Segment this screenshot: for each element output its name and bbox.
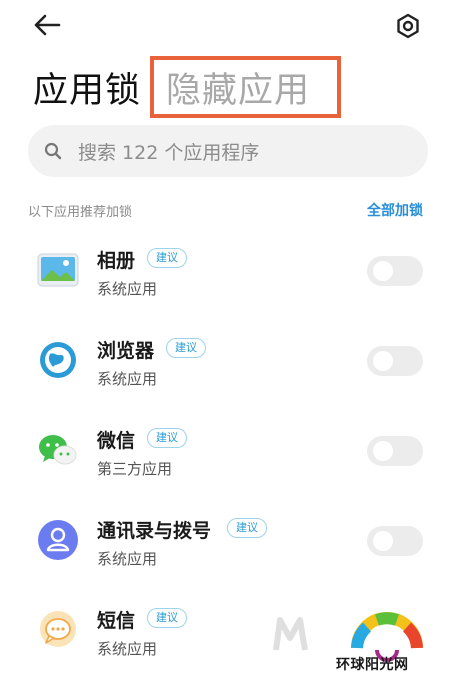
messages-icon [36, 608, 80, 652]
lock-toggle[interactable] [367, 346, 423, 376]
app-category: 系统应用 [97, 640, 158, 658]
tab-hidden-apps[interactable]: 隐藏应用 [150, 56, 341, 118]
watermark-text: 环球阳光网 [336, 657, 409, 673]
toggle-knob [373, 441, 393, 461]
lock-all-button[interactable]: 全部加锁 [367, 200, 423, 220]
toggle-knob [373, 351, 393, 371]
list-item[interactable]: 微信 建议 第三方应用 [0, 412, 457, 492]
recommend-badge: 建议 [147, 428, 187, 448]
recommend-badge: 建议 [166, 338, 206, 358]
list-item[interactable]: 相册 建议 系统应用 [0, 232, 457, 312]
lock-toggle[interactable] [367, 526, 423, 556]
lock-toggle[interactable] [367, 256, 423, 286]
app-category: 第三方应用 [97, 460, 173, 478]
search-placeholder: 搜索 122 个应用程序 [78, 141, 260, 164]
wechat-icon [36, 428, 80, 472]
watermark-m-logo [273, 617, 308, 651]
tab-app-lock[interactable]: 应用锁 [33, 62, 141, 113]
list-item[interactable]: 浏览器 建议 系统应用 [0, 322, 457, 402]
app-category: 系统应用 [97, 370, 158, 388]
browser-icon [36, 338, 80, 382]
recommend-badge: 建议 [147, 608, 187, 628]
app-category: 系统应用 [97, 550, 158, 568]
app-category: 系统应用 [97, 280, 158, 298]
app-name: 微信 [97, 430, 136, 452]
gear-icon [397, 13, 419, 39]
app-name: 浏览器 [97, 340, 155, 362]
section-title: 以下应用推荐加锁 [28, 205, 133, 220]
app-name: 短信 [97, 610, 136, 632]
toggle-knob [373, 261, 393, 281]
top-bar [0, 0, 457, 52]
title-row: 应用锁 隐藏应用 [0, 56, 457, 120]
gallery-icon [36, 248, 80, 292]
contacts-icon [36, 518, 80, 562]
lock-toggle[interactable] [367, 436, 423, 466]
recommend-badge: 建议 [227, 518, 267, 538]
settings-button[interactable] [392, 10, 424, 42]
section-header: 以下应用推荐加锁 全部加锁 [0, 198, 457, 222]
search-input[interactable]: 搜索 122 个应用程序 [28, 125, 428, 177]
toggle-knob [373, 531, 393, 551]
app-name: 通讯录与拨号 [97, 520, 212, 542]
search-icon [44, 141, 64, 161]
arrow-left-icon [34, 14, 61, 36]
list-item[interactable]: 通讯录与拨号 建议 系统应用 [0, 502, 457, 582]
app-name: 相册 [97, 250, 136, 272]
recommend-badge: 建议 [147, 248, 187, 268]
tab-hidden-apps-label: 隐藏应用 [166, 70, 311, 111]
back-button[interactable] [30, 10, 64, 40]
